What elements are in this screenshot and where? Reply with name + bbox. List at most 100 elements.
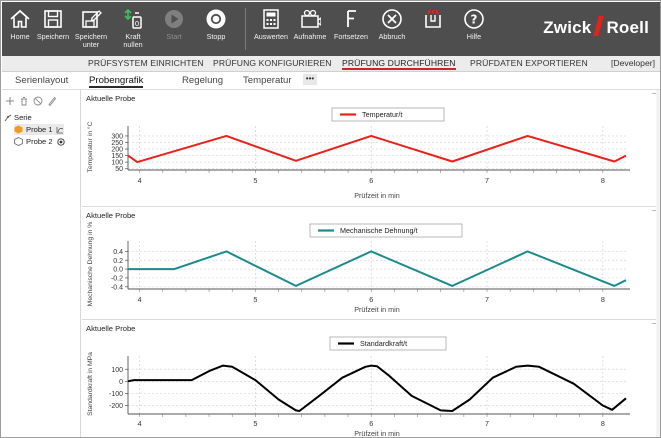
record-button[interactable]: Aufnahme [292,2,328,56]
x-tick-label: 5 [253,419,257,428]
save-button[interactable]: Speichern [36,2,70,56]
main-toolbar: Home Speichern Speichern unter 0 Kraft n… [2,2,660,56]
x-tick-label: 6 [369,419,373,428]
add-icon[interactable] [5,96,15,106]
exclude-icon[interactable] [33,96,43,106]
zwickroell-logo: Zwick Roell [543,16,649,38]
x-tick-label: 6 [369,295,373,304]
y-tick-label: 200 [111,147,123,154]
help-label: Hilfe [466,32,482,41]
save-icon [44,10,62,28]
tab-pruefsystem-einrichten[interactable]: PRÜFSYSTEM EINRICHTEN [88,58,204,68]
evaluate-label: Auswerten [254,32,288,41]
tab-serienlayout[interactable]: Serienlayout [15,75,68,86]
tab-pruefung-durchfuehren[interactable]: PRÜFUNG DURCHFÜHREN [342,58,456,70]
x-axis-label: Prüfzeit in min [354,305,400,314]
force-chart[interactable]: -200 -100 0 100 4 5 6 7 8 Standardkraft/t Prüfzeit… [82,320,660,438]
y-tick-label: 250 [111,140,123,147]
x-tick-label: 7 [485,176,489,185]
y-tick-label: -0.4 [111,284,123,291]
y-tick-label: 300 [111,133,123,140]
start-label: Start [166,32,182,41]
tree-item-probe-2[interactable]: Probe 2 [14,137,65,146]
specimen-icon [14,137,23,146]
x-tick-label: 8 [601,176,605,185]
save-as-button[interactable]: Speichern unter [74,2,108,56]
x-tick-label: 4 [138,419,142,428]
tab-regelung[interactable]: Regelung [182,75,223,86]
stop-button[interactable]: Stopp [198,2,234,56]
x-tick-label: 7 [485,419,489,428]
tab-pruefung-konfigurieren[interactable]: PRÜFUNG KONFIGURIEREN [213,58,332,68]
y-tick-label: 100 [111,367,123,374]
tree-item-label: Probe 2 [26,137,53,146]
start-button[interactable]: Start [160,2,188,56]
y-axis-label: Standardkraft in MPa [87,352,94,416]
x-axis-label: Prüfzeit in min [354,191,400,200]
brand-left: Zwick [543,18,592,37]
svg-text:?: ? [471,13,478,27]
abort-button[interactable]: Abbruch [374,2,410,56]
save-label: Speichern [36,32,70,41]
tree-item-serie[interactable]: Serie [4,113,32,122]
series-line [128,250,627,287]
play-icon [165,10,183,28]
calculator-icon [263,9,279,29]
tab-temperatur[interactable]: Temperatur [243,75,292,86]
abort-icon [382,9,402,29]
y-tick-label: 0.4 [113,249,123,256]
application-window: Home Speichern Speichern unter 0 Kraft n… [0,0,661,438]
svg-text:0: 0 [135,20,139,28]
tree-item-label: Probe 1 [26,125,53,134]
home-button[interactable]: Home [6,2,34,56]
y-tick-label: 100 [111,160,123,167]
x-tick-label: 8 [601,295,605,304]
more-tabs-button[interactable]: ••• [303,74,317,85]
vertical-scrollbar[interactable] [656,90,660,437]
y-tick-label: 0 [119,379,123,386]
force-zero-icon: 0 [124,8,142,29]
force-zero-button[interactable]: 0 Kraft nullen [116,2,150,56]
x-axis-label: Prüfzeit in min [354,429,400,438]
force-zero-label: Kraft nullen [123,32,143,49]
series-line [127,364,627,412]
running-indicator-icon [56,137,65,146]
curve-icon [56,126,63,133]
x-tick-label: 7 [485,295,489,304]
continue-label: Fortsetzen [334,32,368,41]
x-tick-label: 5 [253,176,257,185]
series-tree-panel: Serie Probe 1 Probe 2 [2,90,81,437]
help-icon: ? [464,9,484,29]
camera-icon [301,9,321,28]
chart-panel-strain: Aktuelle Probe -0.4 -0.2 0.0 0.2 0.4 4 5 6 7 8 Mec… [82,207,660,320]
series-icon [4,114,12,121]
delete-icon[interactable] [19,96,29,106]
y-tick-label: 50 [115,166,123,173]
y-tick-label: -0.2 [111,275,123,282]
y-tick-label: -200 [109,403,123,410]
brand-right: Roell [606,18,649,37]
stop-label: Stopp [206,32,226,41]
y-tick-label: 0.2 [113,258,123,265]
tab-probengrafik[interactable]: Probengrafik [89,75,144,88]
specimen-grip-icon [425,9,441,28]
y-axis-label: Mechanische Dehnung in % [87,222,94,307]
home-icon [10,9,30,28]
help-button[interactable]: ? Hilfe [459,2,489,56]
strain-chart[interactable]: -0.4 -0.20.0 0.2 0.4 4 5 6 7 8 Mechanische Dehnun… [82,207,660,320]
y-tick-label: 150 [111,153,123,160]
user-role-label: [Developer] [611,58,655,68]
y-axis-label: Temperatur in °C [86,121,94,172]
tab-pruefdaten-exportieren[interactable]: PRÜFDATEN EXPORTIEREN [470,58,588,68]
legend-label: Mechanische Dehnung/t [340,226,418,235]
record-label: Aufnahme [293,32,327,41]
brand-slash [593,16,605,36]
edit-icon[interactable] [47,96,57,106]
temperature-chart[interactable]: 50100150200250300 4 5 6 7 8 Temperatur/t Prüfze… [82,90,660,207]
specimen-removal-button[interactable] [418,2,448,56]
toolbar-separator [245,8,246,50]
tree-item-probe-1[interactable]: Probe 1 [14,124,64,135]
legend-label: Temperatur/t [362,110,402,119]
evaluate-button[interactable]: Auswerten [252,2,290,56]
continue-button[interactable]: Fortsetzen [330,2,372,56]
